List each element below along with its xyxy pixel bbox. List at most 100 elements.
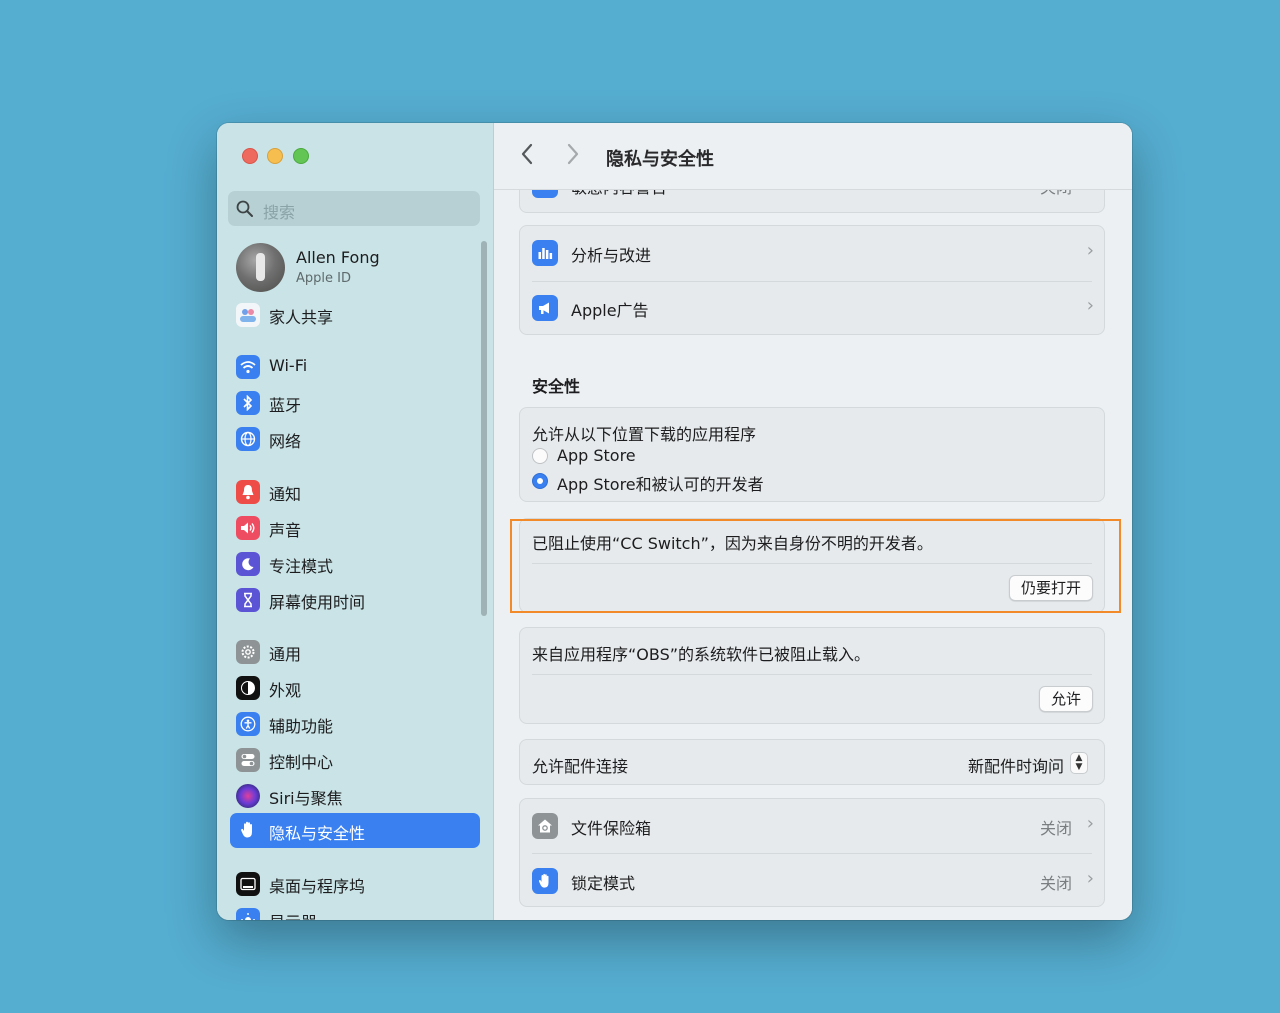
sidebar-item-general[interactable]: 通用 <box>236 637 481 667</box>
siri-icon <box>236 784 260 808</box>
family-icon <box>236 303 260 327</box>
search-placeholder: 搜索 <box>263 203 296 222</box>
allow-downloads-card: 允许从以下位置下载的应用程序 App Store App Store和被认可的开… <box>519 407 1105 502</box>
sidebar-item-label: 屏幕使用时间 <box>269 593 366 612</box>
back-chevron-icon[interactable] <box>520 143 534 170</box>
toolbar: 隐私与安全性 <box>494 123 1132 190</box>
house-lock-icon <box>532 813 558 839</box>
accessories-value[interactable]: 新配件时询问 <box>968 753 1064 777</box>
sidebar-item-control-center[interactable]: 控制中心 <box>236 745 481 775</box>
sidebar-item-siri[interactable]: Siri与聚焦 <box>236 781 481 811</box>
lockdown-row[interactable]: 锁定模式 关闭 › <box>520 854 1106 909</box>
sidebar-item-accessibility[interactable]: 辅助功能 <box>236 709 481 739</box>
sidebar-item-label: 通用 <box>269 645 302 664</box>
search-icon <box>236 200 253 217</box>
popup-stepper-icon[interactable]: ▲ ▼ <box>1070 752 1088 774</box>
row-label: 锁定模式 <box>571 874 636 893</box>
sidebar-item-wifi[interactable]: Wi-Fi <box>236 352 481 382</box>
sidebar-item-privacy-security[interactable]: 隐私与安全性 <box>230 813 480 848</box>
sidebar-item-label: 桌面与程序坞 <box>269 877 366 896</box>
accessories-label: 允许配件连接 <box>532 757 629 776</box>
sidebar-item-label: 隐私与安全性 <box>269 824 366 843</box>
sidebar-item-label: 声音 <box>269 521 302 540</box>
filevault-row[interactable]: 文件保险箱 关闭 › <box>520 799 1106 854</box>
hand-icon <box>236 818 260 842</box>
sidebar-item-appearance[interactable]: 外观 <box>236 673 481 703</box>
divider <box>532 674 1092 675</box>
row-label: 分析与改进 <box>571 246 652 265</box>
sidebar-item-label: 专注模式 <box>269 557 334 576</box>
sidebar-item-desktop-dock[interactable]: 桌面与程序坞 <box>236 869 481 899</box>
sidebar-item-sound[interactable]: 声音 <box>236 513 481 543</box>
chevron-right-icon: › <box>1086 813 1094 834</box>
settings-window: 搜索 Allen Fong Apple ID 家人共享 Wi-Fi 蓝牙 网络 … <box>217 123 1132 920</box>
toggles-icon <box>236 748 260 772</box>
sidebar-item-bluetooth[interactable]: 蓝牙 <box>236 388 481 418</box>
analytics-row[interactable]: 分析与改进 › <box>520 226 1106 281</box>
sidebar-item-label: 控制中心 <box>269 753 334 772</box>
search-input[interactable]: 搜索 <box>228 191 480 226</box>
gear-icon <box>236 640 260 664</box>
close-window-button[interactable] <box>242 148 258 164</box>
zoom-window-button[interactable] <box>293 148 309 164</box>
privacy-extra-card: 分析与改进 › Apple广告 › <box>519 225 1105 335</box>
sidebar-item-network[interactable]: 网络 <box>236 424 481 454</box>
sidebar-item-label: Wi-Fi <box>269 356 308 375</box>
bluetooth-icon <box>236 391 260 415</box>
sidebar-item-label: 辅助功能 <box>269 717 334 736</box>
highlight-annotation <box>510 519 1121 613</box>
chevron-right-icon: › <box>1086 868 1094 889</box>
globe-icon <box>236 427 260 451</box>
radio-app-store[interactable] <box>532 448 548 464</box>
filevault-lockdown-card: 文件保险箱 关闭 › 锁定模式 关闭 › <box>519 798 1105 907</box>
allow-downloads-title: 允许从以下位置下载的应用程序 <box>532 425 757 444</box>
sidebar-scrollbar[interactable] <box>481 241 487 616</box>
sidebar-item-label: 蓝牙 <box>269 396 302 415</box>
dock-icon <box>236 872 260 896</box>
sidebar-item-screen-time[interactable]: 屏幕使用时间 <box>236 585 481 615</box>
hourglass-icon <box>236 588 260 612</box>
sidebar: 搜索 Allen Fong Apple ID 家人共享 Wi-Fi 蓝牙 网络 … <box>217 123 494 920</box>
sidebar-item-family-sharing[interactable]: 家人共享 <box>236 300 481 330</box>
avatar <box>236 243 285 292</box>
radio-app-store-identified[interactable] <box>532 473 548 489</box>
sidebar-item-notifications[interactable]: 通知 <box>236 477 481 507</box>
speaker-icon <box>236 516 260 540</box>
chevron-right-icon: › <box>1086 240 1094 261</box>
radio-app-store-label[interactable]: App Store <box>557 446 636 465</box>
radio-app-store-identified-label[interactable]: App Store和被认可的开发者 <box>557 471 764 495</box>
profile-name: Allen Fong <box>296 248 380 267</box>
blocked-extension-card: 来自应用程序“OBS”的系统软件已被阻止载入。 允许 <box>519 627 1105 724</box>
profile-subtitle: Apple ID <box>296 271 351 286</box>
sun-icon <box>236 908 260 920</box>
notification-bell-icon <box>236 480 260 504</box>
minimize-window-button[interactable] <box>267 148 283 164</box>
bar-chart-icon <box>532 240 558 266</box>
moon-icon <box>236 552 260 576</box>
apple-id-profile[interactable]: Allen Fong Apple ID <box>236 243 476 293</box>
megaphone-icon <box>532 295 558 321</box>
sidebar-item-label: Siri与聚焦 <box>269 789 343 808</box>
sidebar-item-label: 外观 <box>269 681 302 700</box>
sidebar-item-label: 通知 <box>269 485 302 504</box>
security-heading: 安全性 <box>532 377 581 396</box>
sidebar-item-label: 显示器 <box>269 909 317 920</box>
sidebar-item-label: 家人共享 <box>269 308 334 327</box>
wifi-icon <box>236 355 260 379</box>
row-value: 关闭 <box>1039 874 1072 893</box>
sidebar-item-focus[interactable]: 专注模式 <box>236 549 481 579</box>
page-title: 隐私与安全性 <box>606 149 714 170</box>
accessibility-icon <box>236 712 260 736</box>
row-value: 关闭 <box>1039 819 1072 838</box>
appearance-icon <box>236 676 260 700</box>
chevron-right-icon: › <box>1086 295 1094 316</box>
row-label: Apple广告 <box>571 301 649 320</box>
allow-button[interactable]: 允许 <box>1038 686 1093 712</box>
hand-icon <box>532 868 558 894</box>
apple-ads-row[interactable]: Apple广告 › <box>520 281 1106 336</box>
accessories-card: 允许配件连接 新配件时询问 ▲ ▼ <box>519 739 1105 785</box>
blocked-extension-message: 来自应用程序“OBS”的系统软件已被阻止载入。 <box>532 645 871 664</box>
sidebar-item-label: 网络 <box>269 432 302 451</box>
sidebar-item-displays[interactable]: 显示器 <box>236 905 481 920</box>
forward-chevron-icon[interactable] <box>566 143 580 170</box>
